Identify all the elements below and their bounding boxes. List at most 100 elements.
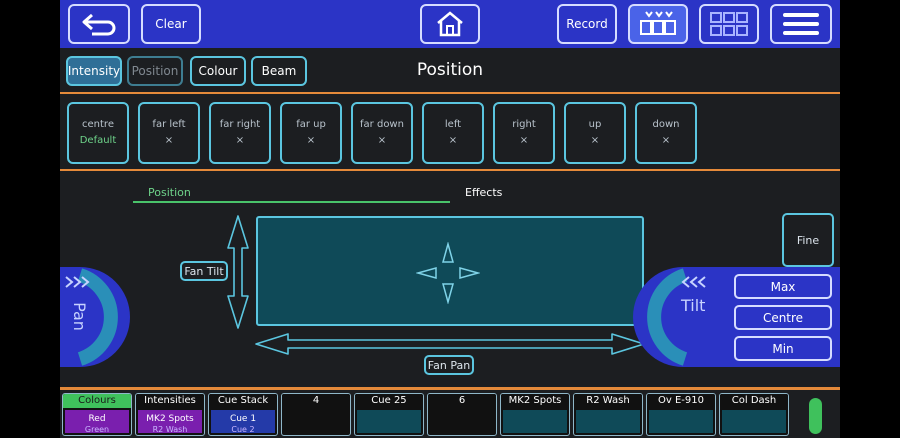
playback-button[interactable]: Intensities MK2 Spots R2 Wash [135,393,205,436]
playback-label: MK2 Spots [501,394,569,408]
playback-fader-area[interactable]: MK2 Spots R2 Wash [138,410,202,434]
tab-effects[interactable]: Effects [465,186,502,199]
chevrons-right-icon [65,276,90,288]
intensity-button[interactable]: Intensity [66,56,122,86]
centre-label: Centre [762,310,804,325]
fan-tilt-arrow-icon[interactable] [226,214,250,330]
playback-fader-area[interactable] [722,410,786,433]
menu-button[interactable] [770,4,832,44]
playback-button[interactable]: Col Dash [719,393,789,436]
preset-tile[interactable]: up × [564,102,626,164]
move-cross-icon [416,242,480,304]
preset-label: far right [219,119,261,130]
preset-label: up [588,119,602,130]
fan-tilt-label: Fan Tilt [184,264,224,278]
playback-button[interactable]: Colours Red Green [62,393,132,436]
playback-line-1: Red [88,414,106,424]
playback-label: 4 [282,394,350,408]
preset-tile[interactable]: far down × [351,102,413,164]
playback-line-2: R2 Wash [152,425,188,434]
position-xy-pad[interactable] [256,216,644,326]
playback-fader-area[interactable] [357,410,421,433]
preset-value: Default [79,135,117,146]
record-button[interactable]: Record [557,4,617,44]
preset-value: × [590,135,600,146]
home-button[interactable] [420,4,480,44]
colour-button[interactable]: Colour [190,56,246,86]
grid-icon [707,10,751,38]
playback-label: R2 Wash [574,394,642,408]
playback-fader-area[interactable]: Cue 1 Cue 2 [211,410,275,434]
fan-pan-label: Fan Pan [427,358,471,372]
fine-label: Fine [796,233,820,247]
playback-line-2: Green [84,425,110,434]
preset-value: × [519,135,529,146]
playback-fader-area[interactable] [503,410,567,433]
separator [60,169,840,171]
fan-pan-arrow-icon[interactable] [254,332,646,356]
playback-button[interactable]: Ov E-910 [646,393,716,436]
playback-line-2: Cue 2 [231,425,255,434]
preset-value: × [377,135,387,146]
colour-label: Colour [198,64,238,78]
pan-dial[interactable]: Pan [60,267,130,367]
playback-fader-area[interactable] [430,410,494,433]
playback-label: Cue 25 [355,394,423,408]
preset-tile[interactable]: far left × [138,102,200,164]
grid-view-button[interactable] [699,4,759,44]
playback-button[interactable]: Cue Stack Cue 1 Cue 2 [208,393,278,436]
playback-line-1: MK2 Spots [146,414,194,424]
playback-label: Colours [63,394,131,408]
min-button[interactable]: Min [734,336,832,361]
playback-fader-area[interactable] [576,410,640,433]
preset-tile[interactable]: down × [635,102,697,164]
centre-button[interactable]: Centre [734,305,832,330]
home-icon [435,10,465,38]
preset-tile[interactable]: centre Default [67,102,129,164]
preset-label: right [512,119,536,130]
fine-button[interactable]: Fine [782,213,834,267]
clear-button[interactable]: Clear [141,4,201,44]
preset-tile[interactable]: far up × [280,102,342,164]
beam-label: Beam [261,64,297,78]
playback-button[interactable]: R2 Wash [573,393,643,436]
active-tab-indicator [133,201,450,203]
playback-button[interactable]: MK2 Spots [500,393,570,436]
playback-label: Ov E-910 [647,394,715,408]
playback-fader-area[interactable] [649,410,713,433]
playback-label: Cue Stack [209,394,277,408]
preset-label: centre [82,119,114,130]
max-label: Max [770,279,796,294]
separator [60,92,840,94]
chevrons-left-icon [681,276,706,288]
playback-fader-area[interactable]: Red Green [65,410,129,434]
back-button[interactable] [68,4,130,44]
fan-tilt-button[interactable]: Fan Tilt [180,261,228,281]
playback-button[interactable]: 6 [427,393,497,436]
playback-line-1: Cue 1 [229,414,257,424]
playback-button[interactable]: Cue 25 [354,393,424,436]
playback-fader-area[interactable] [284,410,348,433]
position-label: Position [131,64,179,78]
fan-pan-button[interactable]: Fan Pan [424,355,474,375]
preset-tile[interactable]: left × [422,102,484,164]
position-button[interactable]: Position [127,56,183,86]
preset-value: × [235,135,245,146]
max-button[interactable]: Max [734,274,832,299]
preset-tile[interactable]: right × [493,102,555,164]
preset-label: far down [360,119,404,130]
clear-label: Clear [155,17,187,31]
preset-label: left [444,119,462,130]
fixtures-view-button[interactable] [628,4,688,44]
playback-scroll-handle[interactable] [809,398,822,434]
beam-button[interactable]: Beam [251,56,307,86]
preset-tile[interactable]: far right × [209,102,271,164]
preset-value: × [661,135,671,146]
playback-label: 6 [428,394,496,408]
app-window: Clear Record Intensity Position Colour B… [60,0,840,438]
tab-position[interactable]: Position [148,186,191,199]
preset-label: far left [152,119,186,130]
record-label: Record [566,17,608,31]
playback-button[interactable]: 4 [281,393,351,436]
undo-arrow-icon [80,11,118,37]
